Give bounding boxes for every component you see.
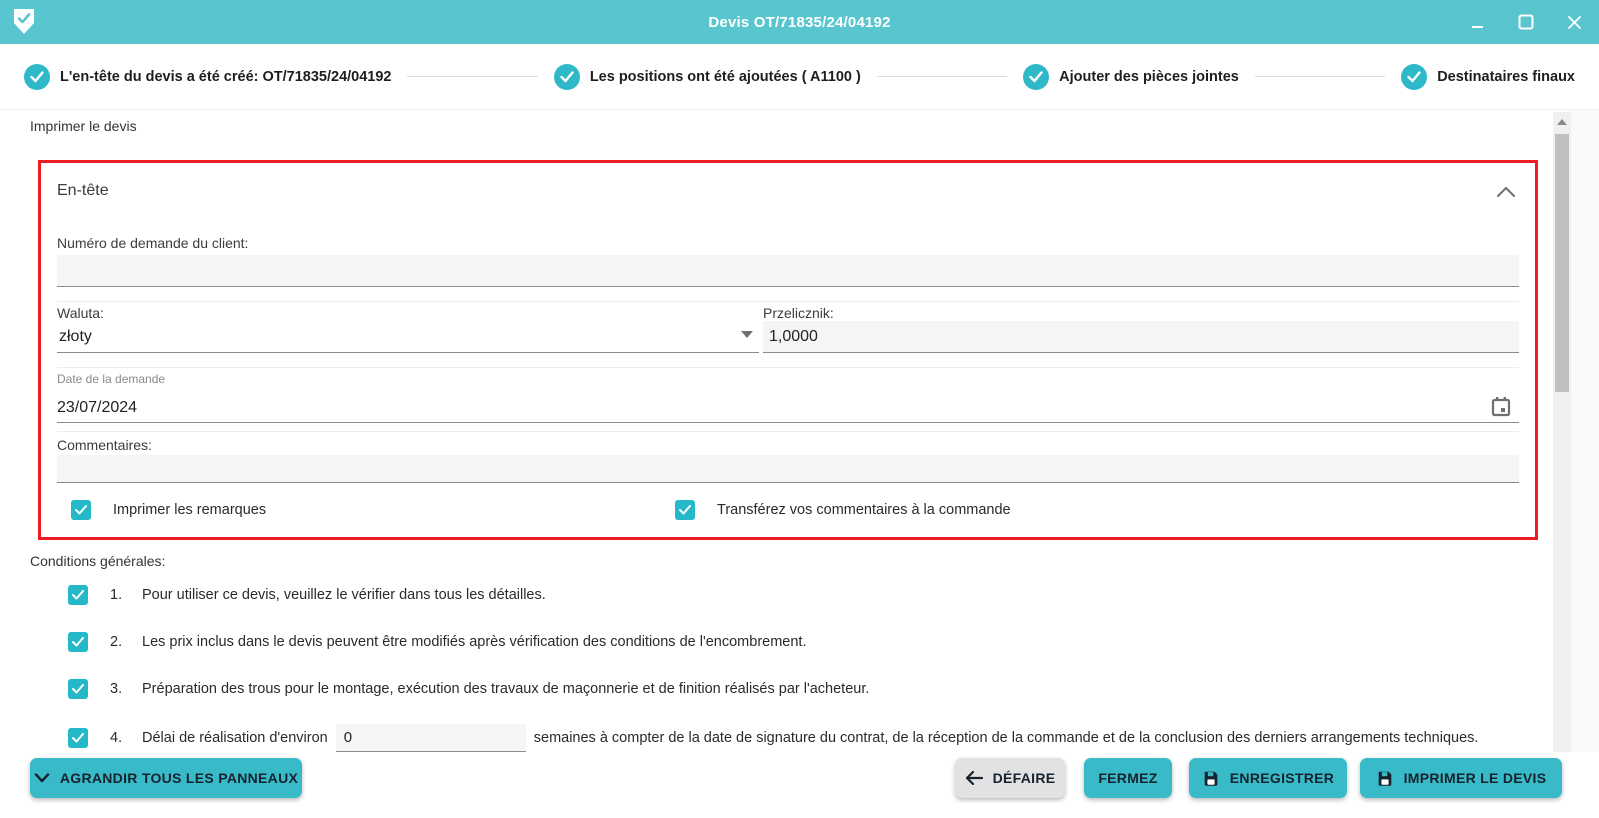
save-icon [1204,771,1218,786]
row-divider [57,431,1519,432]
condition-row: 1. Pour utiliser ce devis, veuillez le v… [68,585,546,605]
currency-select-value: złoty [59,328,92,345]
main-content: Imprimer le devis En-tête Numéro de dema… [0,110,1599,752]
converter-label: Przelicznik: [763,305,834,321]
undo-label: DÉFAIRE [992,770,1056,786]
panel-title: En-tête [57,182,109,199]
checkbox-check-icon [72,684,84,694]
calendar-icon [1491,396,1511,416]
calendar-button[interactable] [1489,394,1513,418]
step-quote-header-created: L'en-tête du devis a été créé: OT/71835/… [24,63,392,90]
progress-stepper: L'en-tête du devis a été créé: OT/71835/… [0,44,1599,110]
right-gutter [1571,110,1599,818]
step-connector [407,76,538,77]
transfer-comments-checkbox[interactable] [675,500,695,520]
transfer-comments-label: Transférez vos commentaires à la command… [717,502,1011,518]
collapse-panel-button[interactable] [1493,179,1519,205]
condition-text: Les prix inclus dans le devis peuvent êt… [142,634,807,650]
checkbox-check-icon [72,637,84,647]
row-divider [57,301,1519,302]
request-date-label: Date de la demande [57,372,166,386]
step-label: Ajouter des pièces jointes [1059,68,1239,85]
save-icon [1378,771,1391,786]
step-add-attachments: Ajouter des pièces jointes [1023,63,1239,90]
condition-number: 4. [110,730,123,746]
condition-row: 3. Préparation des trous pour le montage… [68,679,869,699]
currency-label: Waluta: [57,305,104,321]
titlebar: Devis OT/71835/24/04192 [0,0,1599,44]
maximize-button[interactable] [1517,13,1535,31]
expand-all-panels-button[interactable]: AGRANDIR TOUS LES PANNEAUX [30,758,302,798]
condition-text-before: Délai de réalisation d'environ [142,730,328,746]
step-label: Les positions ont été ajoutées ( A1100 ) [589,68,861,85]
currency-select[interactable]: złoty [57,321,759,353]
window-title: Devis OT/71835/24/04192 [708,13,891,31]
print-quote-label: IMPRIMER LE DEVIS [1403,770,1547,786]
checkbox-check-icon [72,590,84,600]
step-label: Destinataires finaux [1437,68,1575,85]
close-dialog-button[interactable]: FERMEZ [1084,758,1172,798]
chevron-up-icon [1497,187,1515,197]
delay-weeks-input[interactable] [335,724,526,752]
checkbox-check-icon [72,733,84,743]
scrollbar-thumb[interactable] [1555,134,1569,392]
print-quote-section-label: Imprimer le devis [30,118,137,134]
app-shield-check-icon [12,8,36,36]
minimize-icon [1472,26,1483,28]
condition-number: 3. [110,681,123,697]
general-conditions-label: Conditions générales: [30,553,166,569]
condition-row: 2. Les prix inclus dans le devis peuvent… [68,632,806,652]
expand-all-panels-label: AGRANDIR TOUS LES PANNEAUX [59,770,299,786]
condition-text-after: semaines à compter de la date de signatu… [533,730,1479,746]
back-arrow-icon [965,771,983,785]
row-divider [57,367,1519,368]
checkbox-check-icon [75,505,87,515]
condition-1-checkbox[interactable] [68,585,88,605]
chevron-down-icon [34,773,50,783]
step-connector [876,76,1008,77]
step-label: L'en-tête du devis a été créé: OT/71835/… [60,68,392,85]
print-quote-button[interactable]: IMPRIMER LE DEVIS [1360,758,1562,798]
close-button[interactable] [1565,13,1583,31]
vertical-scrollbar[interactable] [1553,112,1571,768]
step-check-icon [1023,63,1050,90]
save-label: ENREGISTRER [1229,770,1335,786]
step-final-recipients: Destinataires finaux [1401,63,1575,90]
step-connector [1254,76,1386,77]
header-panel: En-tête Numéro de demande du client: Wal… [38,160,1538,540]
step-positions-added: Les positions ont été ajoutées ( A1100 ) [553,63,861,90]
undo-button[interactable]: DÉFAIRE [955,758,1065,798]
comments-input[interactable] [57,455,1519,483]
checkbox-check-icon [679,505,691,515]
condition-2-checkbox[interactable] [68,632,88,652]
step-check-icon [1401,63,1428,90]
print-remarks-checkbox[interactable] [71,500,91,520]
print-remarks-label: Imprimer les remarques [113,502,267,518]
condition-3-checkbox[interactable] [68,679,88,699]
comments-label: Commentaires: [57,437,152,453]
condition-text: Préparation des trous pour le montage, e… [142,681,870,697]
client-request-number-input[interactable] [57,255,1519,287]
condition-number: 1. [110,587,123,603]
condition-text: Pour utiliser ce devis, veuillez le véri… [142,587,546,603]
step-check-icon [24,63,50,90]
dropdown-arrow-icon [741,325,753,343]
footer-toolbar: AGRANDIR TOUS LES PANNEAUX DÉFAIRE FERME… [0,752,1599,818]
close-dialog-label: FERMEZ [1098,770,1158,786]
condition-number: 2. [110,634,123,650]
request-date-input[interactable] [57,399,1227,417]
condition-4-checkbox[interactable] [68,728,88,748]
save-button[interactable]: ENREGISTRER [1189,758,1347,798]
scrollbar-up-arrow[interactable] [1553,114,1571,130]
client-request-number-label: Numéro de demande du client: [57,235,249,251]
maximize-icon [1518,14,1534,30]
close-icon [1567,15,1581,29]
condition-row: 4. Délai de réalisation d'environ semain… [68,724,1478,752]
minimize-button[interactable] [1469,13,1487,31]
converter-input[interactable] [763,321,1519,353]
request-date-field [57,387,1519,423]
triangle-up-icon [1557,119,1567,125]
step-check-icon [553,63,580,90]
